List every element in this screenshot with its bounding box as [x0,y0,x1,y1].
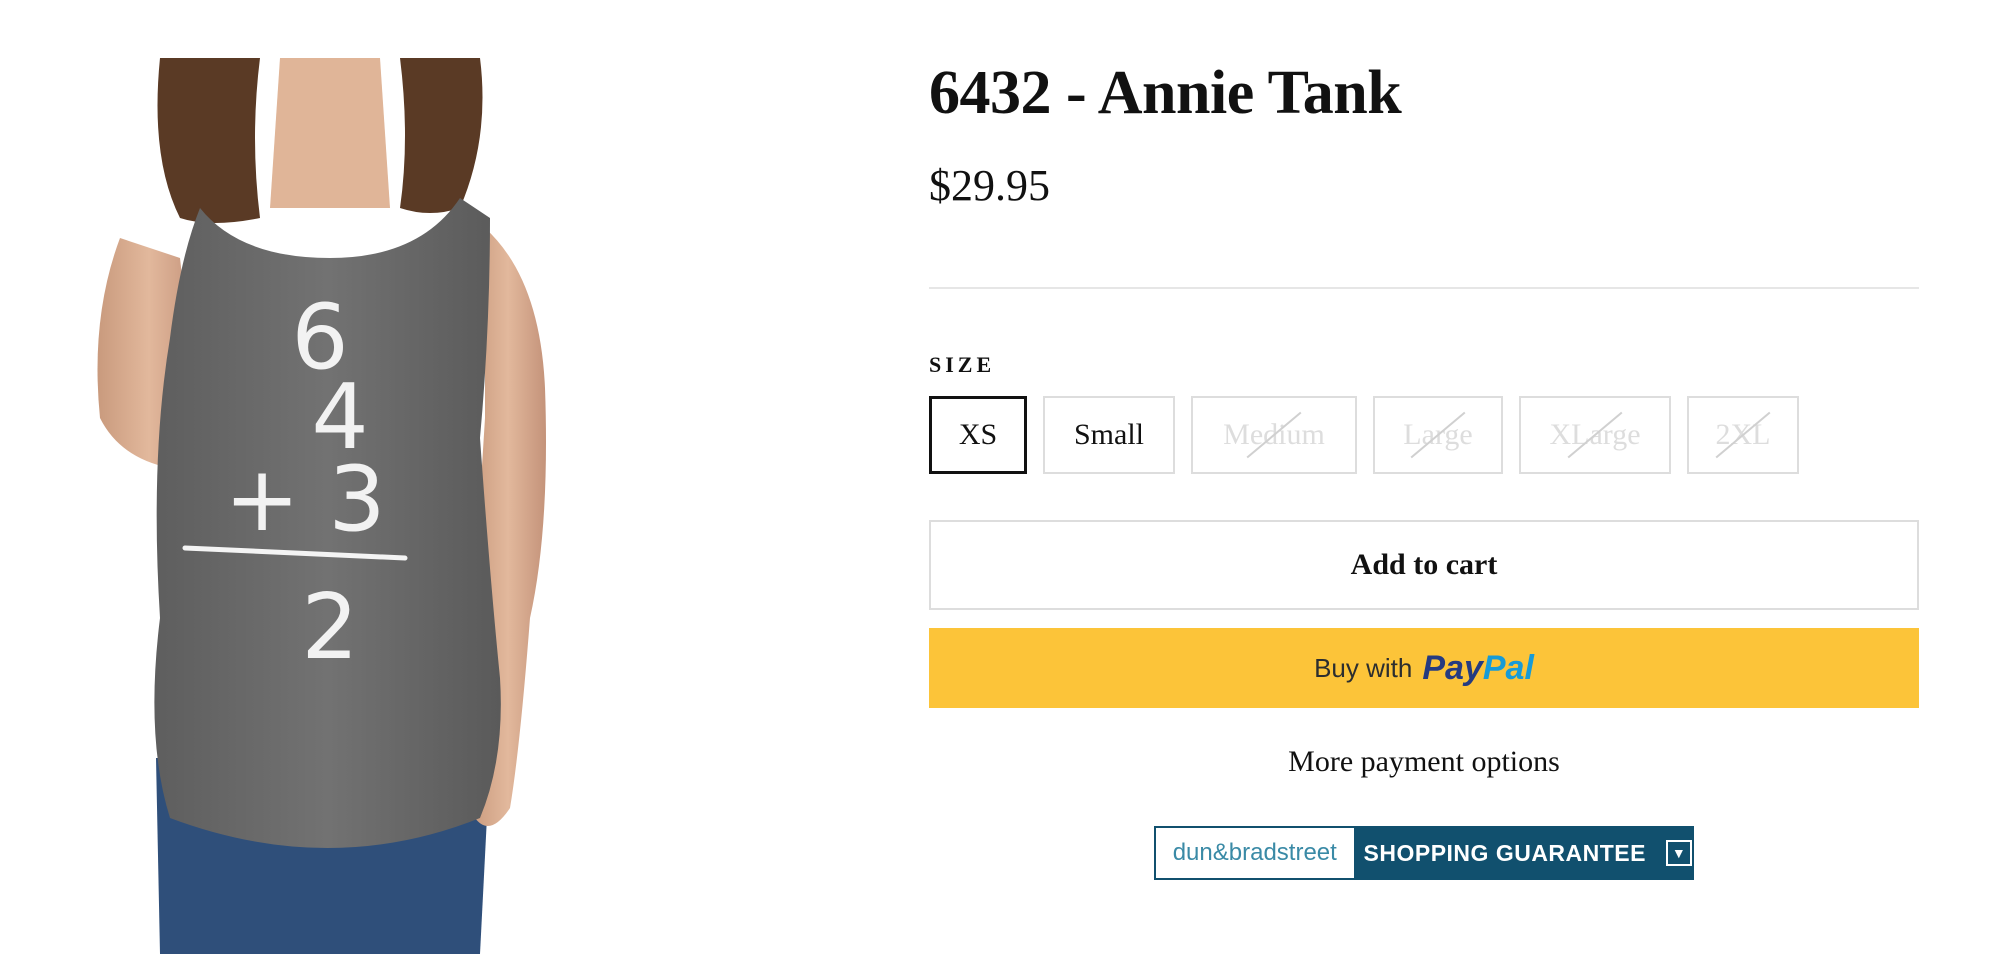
add-to-cart-button[interactable]: Add to cart [929,520,1919,610]
product-price: $29.95 [929,161,1050,210]
size-option-xlarge[interactable]: XLarge [1519,396,1671,474]
size-option-large[interactable]: Large [1373,396,1503,474]
shirt-digit: 2 [301,575,358,680]
paypal-logo-pay: Pay [1422,648,1483,687]
divider [929,287,1919,289]
product-image[interactable]: 6 4 + 3 2 [90,58,610,954]
size-option-small[interactable]: Small [1043,396,1175,474]
dnb-shopping-guarantee-badge[interactable]: dun&bradstreet SHOPPING GUARANTEE ▼ [1154,826,1694,880]
more-payment-options-link[interactable]: More payment options [929,745,1919,779]
product-title: 6432 - Annie Tank [929,59,1402,127]
size-option-xs[interactable]: XS [929,396,1027,474]
size-option-label: Medium [1223,418,1325,451]
size-option-label: XS [958,418,998,451]
size-option-2xl[interactable]: 2XL [1687,396,1799,474]
chevron-down-icon[interactable]: ▼ [1666,840,1692,866]
shirt-digit: + 3 [224,447,385,552]
product-details: 6432 - Annie Tank $29.95 SIZE XS Small M… [929,0,1919,954]
size-option-label: Large [1403,418,1473,451]
paypal-prefix: Buy with [1314,652,1413,683]
paypal-logo-pal: Pal [1482,648,1534,687]
size-option-label: XLarge [1549,418,1641,451]
add-to-cart-label: Add to cart [1350,548,1498,581]
paypal-button[interactable]: Buy with Pay Pal [929,628,1919,708]
size-label: SIZE [929,352,996,377]
dnb-guarantee-label: SHOPPING GUARANTEE [1363,839,1646,866]
dnb-guarantee: SHOPPING GUARANTEE ▼ [1353,828,1692,878]
product-photo: 6 4 + 3 2 [97,58,546,954]
size-option-label: Small [1073,418,1144,451]
dnb-logo: dun&bradstreet [1156,828,1354,878]
size-option-label: 2XL [1715,418,1771,451]
size-option-medium[interactable]: Medium [1191,396,1357,474]
